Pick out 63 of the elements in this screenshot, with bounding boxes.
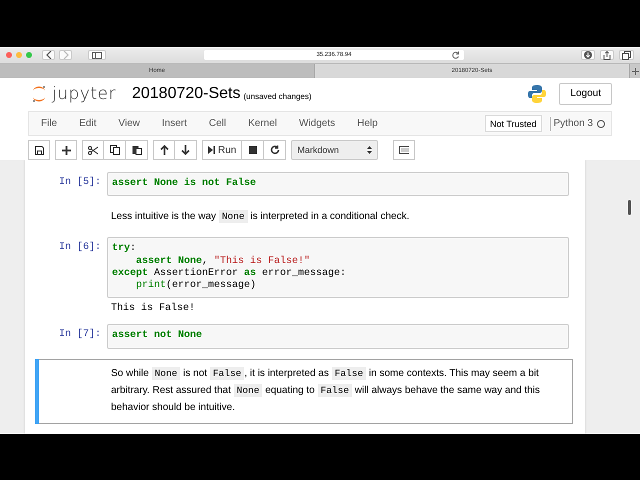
copy-button[interactable] <box>104 140 126 160</box>
menu-item[interactable]: Insert <box>162 118 187 129</box>
download-icon <box>584 51 592 59</box>
menu-item[interactable]: Edit <box>79 118 96 129</box>
back-button[interactable] <box>42 50 55 60</box>
keyboard-icon <box>399 146 410 154</box>
save-button[interactable] <box>28 140 50 160</box>
stop-icon <box>248 146 257 154</box>
move-down-button[interactable] <box>175 140 197 160</box>
code-input[interactable]: try: assert None, "This is False!" except AssertionError as error_message: print(error_message) <box>107 237 569 298</box>
plus-icon <box>62 146 70 154</box>
run-button[interactable]: Run <box>202 140 242 160</box>
chevron-right-icon <box>62 51 68 59</box>
markdown-text: Less intuitive is the way None is interpreted in a conditional check. <box>110 209 410 226</box>
paste-icon <box>132 145 142 155</box>
down-arrow-icon <box>181 145 190 155</box>
new-tab-icon[interactable] <box>632 68 638 74</box>
cell-output: This is False! <box>110 302 196 314</box>
dropdown-arrows-icon <box>367 146 372 154</box>
notebook-title[interactable]: 20180720-Sets <box>132 84 240 102</box>
reload-icon[interactable] <box>452 51 460 59</box>
code-input[interactable]: assert not None <box>107 324 569 349</box>
chevron-left-icon <box>46 51 52 59</box>
code-input[interactable]: assert None is not False <box>107 172 569 196</box>
menu-item[interactable]: View <box>118 118 140 129</box>
markdown-text: So while None is not False , it is interpreted as False in some contexts. This may seem a bit arbitrary. Rest assured that None equating to False will always behave the same way and this behavior should be intuitive. <box>110 366 541 415</box>
menu-item[interactable]: File <box>41 118 58 129</box>
cell-prompt: In [6]: <box>58 240 102 256</box>
scrollbar-thumb[interactable] <box>628 200 631 215</box>
keyboard-button[interactable] <box>393 140 416 160</box>
move-up-button[interactable] <box>153 140 175 160</box>
cut-button[interactable] <box>82 140 104 160</box>
scissors-icon <box>88 146 98 154</box>
sidebar-button[interactable] <box>88 50 106 60</box>
restart-button[interactable] <box>264 140 286 160</box>
tabs-icon <box>622 50 631 60</box>
kernel-name[interactable]: Python 3 <box>554 118 593 129</box>
cell-prompt: In [5]: <box>58 176 102 190</box>
share-icon <box>603 50 611 60</box>
up-arrow-icon <box>160 145 168 155</box>
cell-type-dropdown[interactable]: Markdown <box>291 140 378 160</box>
share-button[interactable] <box>600 50 614 60</box>
step-forward-icon <box>208 146 215 154</box>
logout-button[interactable]: Logout <box>559 82 612 104</box>
python-logo-icon <box>527 84 548 104</box>
save-icon <box>34 146 44 154</box>
tabs-button[interactable] <box>619 50 634 60</box>
menu-item[interactable]: Kernel <box>248 118 278 129</box>
paste-button[interactable] <box>126 140 148 160</box>
stop-button[interactable] <box>242 140 264 160</box>
add-cell-button[interactable] <box>55 140 77 160</box>
jupyter-logo-icon[interactable] <box>32 84 46 102</box>
save-status: (unsaved changes) <box>244 92 312 100</box>
cell-prompt: In [7]: <box>58 328 102 342</box>
copy-icon <box>110 145 120 155</box>
downloads-button[interactable] <box>581 50 595 60</box>
logo-wordmark[interactable]: jupyter <box>52 84 116 104</box>
sidebar-icon <box>92 52 102 58</box>
trust-button[interactable]: Not Trusted <box>484 115 542 132</box>
menu-item[interactable]: Cell <box>208 118 226 129</box>
restart-icon <box>270 145 280 155</box>
menu-item[interactable]: Help <box>357 118 378 129</box>
menu-item[interactable]: Widgets <box>299 118 336 129</box>
